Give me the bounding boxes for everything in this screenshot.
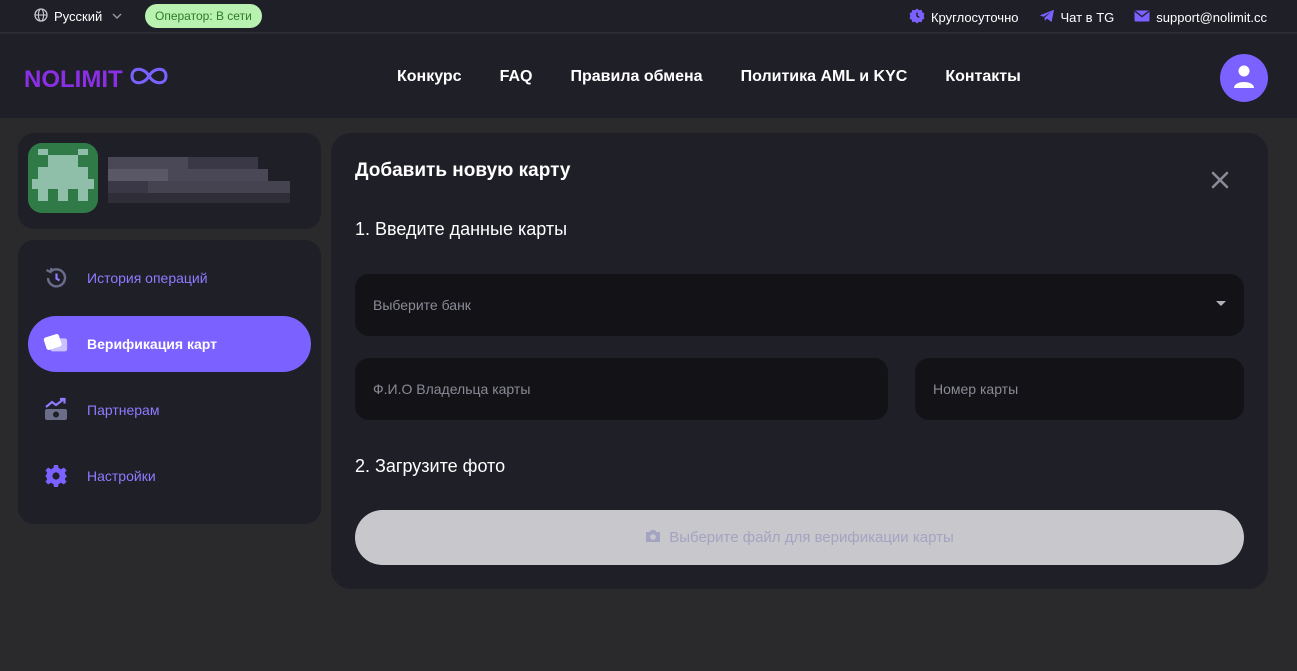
sidebar-item-card-verification[interactable]: Верификация карт	[28, 316, 311, 372]
add-card-panel: Добавить новую карту 1. Введите данные к…	[331, 133, 1268, 589]
hours-info: Круглосуточно	[909, 8, 1019, 27]
upload-file-label: Выберите файл для верификации карты	[669, 529, 954, 546]
telegram-chat-label: Чат в TG	[1060, 10, 1115, 25]
language-selector[interactable]: Русский	[34, 8, 122, 25]
upload-file-button[interactable]: Выберите файл для верификации карты	[355, 510, 1244, 565]
camera-icon	[645, 529, 661, 547]
nav-contest[interactable]: Конкурс	[397, 68, 462, 86]
sidebar-item-label: Настройки	[87, 468, 156, 484]
card-holder-input[interactable]	[373, 381, 888, 397]
history-icon	[43, 265, 69, 291]
user-icon	[1233, 64, 1255, 93]
cards-icon	[43, 331, 69, 357]
top-bar: Русский Оператор: В сети Круглосуточно Ч…	[0, 0, 1297, 33]
close-button[interactable]	[1209, 171, 1231, 193]
clock-badge-icon	[909, 8, 925, 27]
globe-icon	[34, 8, 48, 25]
partners-icon	[43, 397, 69, 423]
language-label: Русский	[54, 9, 103, 24]
nav-exchange-rules[interactable]: Правила обмена	[570, 68, 702, 86]
sidebar-item-settings[interactable]: Настройки	[28, 448, 311, 504]
pixelated-username	[108, 157, 290, 207]
caret-down-icon	[1216, 301, 1226, 306]
page-title: Добавить новую карту	[355, 160, 571, 181]
main-header: NOLIMIT Конкурс FAQ Правила обмена Полит…	[0, 34, 1297, 118]
logo-text: NOLIMIT	[24, 65, 123, 93]
sidebar-item-label: Партнерам	[87, 402, 160, 418]
operator-status-badge: Оператор: В сети	[145, 4, 262, 28]
step-1-heading: 1. Введите данные карты	[355, 219, 568, 239]
avatar	[28, 143, 98, 213]
infinity-icon	[125, 64, 173, 95]
telegram-chat-link[interactable]: Чат в TG	[1039, 8, 1115, 27]
main-nav: Конкурс FAQ Правила обмена Политика AML …	[397, 68, 1021, 86]
card-number-field[interactable]	[915, 358, 1244, 420]
nav-faq[interactable]: FAQ	[500, 68, 533, 86]
chevron-down-icon	[112, 11, 122, 22]
bank-select[interactable]: Выберите банк	[355, 274, 1244, 336]
gear-icon	[43, 463, 69, 489]
mail-icon	[1134, 10, 1150, 25]
nav-contacts[interactable]: Контакты	[945, 68, 1020, 86]
step-2-heading: 2. Загрузите фото	[355, 456, 506, 476]
card-number-input[interactable]	[933, 381, 1244, 397]
support-email-link[interactable]: support@nolimit.cc	[1134, 8, 1267, 27]
card-holder-field[interactable]	[355, 358, 888, 420]
profile-card	[18, 133, 321, 229]
logo[interactable]: NOLIMIT	[24, 64, 173, 95]
sidebar-item-partners[interactable]: Партнерам	[28, 382, 311, 438]
sidebar-item-history[interactable]: История операций	[28, 250, 311, 306]
sidebar-menu: История операций Верификация карт Партне…	[18, 240, 321, 524]
bank-select-placeholder: Выберите банк	[373, 297, 471, 313]
sidebar-item-label: История операций	[87, 270, 208, 286]
sidebar-item-label: Верификация карт	[87, 336, 217, 352]
hours-label: Круглосуточно	[930, 10, 1019, 25]
close-icon	[1211, 169, 1229, 194]
telegram-icon	[1039, 9, 1055, 26]
support-email-label: support@nolimit.cc	[1156, 10, 1267, 25]
user-account-button[interactable]	[1220, 54, 1268, 102]
nav-aml-kyc[interactable]: Политика AML и KYC	[741, 68, 908, 86]
